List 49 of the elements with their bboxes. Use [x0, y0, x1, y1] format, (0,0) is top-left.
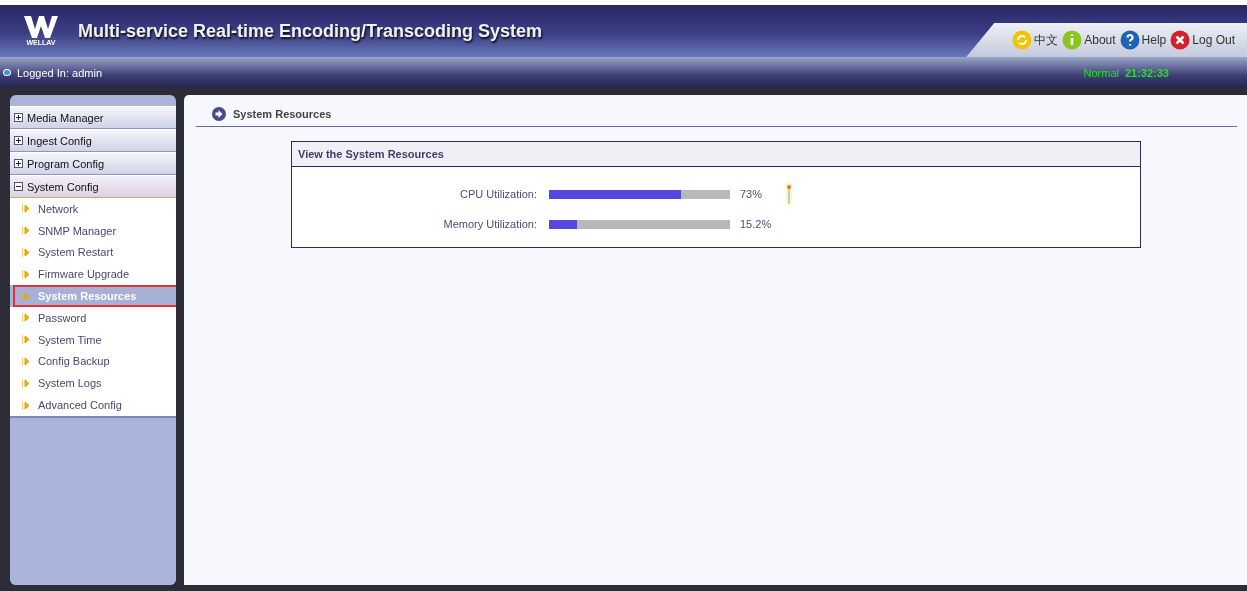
refresh-icon	[1012, 30, 1033, 50]
menu-item[interactable]: Password	[10, 307, 176, 329]
page-title: System Resources	[233, 108, 332, 120]
menu-item[interactable]: System Time	[10, 328, 176, 351]
logo-icon	[24, 16, 58, 38]
arrow-icon	[22, 356, 30, 366]
header-link[interactable]: Help	[1119, 30, 1167, 50]
meter-label: CPU Utilization:	[458, 188, 537, 200]
arrow-icon	[22, 400, 30, 410]
arrow-circle-icon	[212, 107, 226, 121]
header-link[interactable]: Log Out	[1170, 30, 1235, 50]
bullet-icon	[3, 69, 11, 76]
minus-icon	[14, 182, 23, 191]
arrow-icon	[22, 269, 30, 279]
arrow-icon	[22, 378, 30, 388]
plus-icon	[14, 113, 23, 122]
header-link[interactable]: About	[1062, 30, 1116, 50]
arrow-icon	[22, 335, 30, 345]
usage-reading: 15.2%	[740, 218, 773, 230]
menu-item[interactable]: Firmware Upgrade	[10, 263, 176, 286]
header-link[interactable]: 中文	[1012, 30, 1059, 50]
arrow-icon	[22, 204, 30, 214]
system-state: Normal	[1083, 66, 1119, 79]
menu-group[interactable]: System Config	[10, 175, 176, 198]
arrow-icon	[22, 291, 30, 301]
menu-group[interactable]: Program Config	[10, 152, 176, 175]
logged-in-label: Logged In: admin	[17, 66, 102, 79]
menu-item[interactable]: Config Backup	[10, 350, 176, 373]
arrow-icon	[22, 226, 30, 236]
menu-group[interactable]: Media Manager	[10, 106, 176, 129]
app-title: Multi-service Real-time Encoding/Transcoding System	[78, 20, 543, 42]
menu-item[interactable]: System Restart	[10, 241, 176, 264]
arrow-icon	[22, 248, 30, 257]
plus-icon	[14, 159, 23, 168]
help-icon	[1119, 30, 1140, 50]
plus-icon	[14, 136, 23, 145]
menu-item[interactable]: Network	[10, 198, 176, 220]
menu-item[interactable]: Advanced Config	[10, 394, 176, 416]
pin-icon	[786, 183, 792, 205]
meter-label: Memory Utilization:	[442, 218, 537, 230]
usage-reading: 73%	[740, 188, 764, 200]
arrow-icon	[22, 313, 30, 323]
close-icon	[1170, 30, 1191, 50]
menu-item[interactable]: System Logs	[10, 372, 176, 395]
menu-item[interactable]: SNMP Manager	[10, 219, 176, 242]
clock-time: 21:32:33	[1124, 66, 1169, 79]
panel-header: View the System Resources	[292, 142, 1140, 167]
menu-group[interactable]: Ingest Config	[10, 129, 176, 152]
info-icon	[1062, 30, 1083, 50]
